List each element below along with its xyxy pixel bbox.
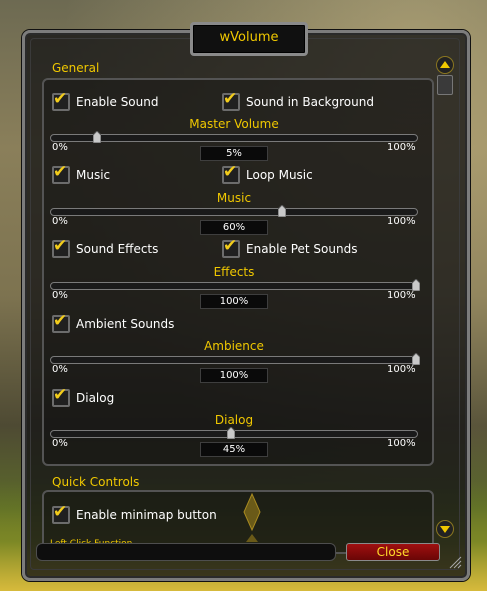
- music-checkbox[interactable]: ✔ Music: [52, 162, 111, 184]
- music-label: Music: [76, 168, 111, 182]
- checkbox-box: ✔: [52, 162, 70, 184]
- command-input[interactable]: [36, 543, 336, 561]
- effects-slider[interactable]: [50, 279, 420, 291]
- arrow-down-icon: [440, 526, 450, 533]
- enable-pet-sounds-checkbox[interactable]: ✔ Enable Pet Sounds: [222, 236, 358, 258]
- checkbox-box: ✔: [52, 236, 70, 258]
- dialog-slider-min: 0%: [52, 438, 68, 449]
- music-slider[interactable]: [50, 205, 418, 217]
- master-volume-slider[interactable]: [50, 131, 418, 143]
- ambience-slider-label: Ambience: [204, 339, 264, 353]
- music-slider-max: 100%: [387, 216, 416, 227]
- music-slider-value[interactable]: 60%: [200, 220, 268, 235]
- enable-minimap-button-checkbox[interactable]: ✔ Enable minimap button: [52, 502, 217, 524]
- effects-slider-max: 100%: [387, 290, 416, 301]
- master-volume-label: Master Volume: [189, 117, 279, 131]
- master-volume-max: 100%: [387, 142, 416, 153]
- ambience-slider-min: 0%: [52, 364, 68, 375]
- ambient-sounds-checkbox[interactable]: ✔ Ambient Sounds: [52, 311, 175, 333]
- checkbox-box: ✔: [52, 385, 70, 407]
- check-icon: ✔: [53, 89, 68, 109]
- dialog-slider[interactable]: [50, 427, 418, 439]
- ambient-sounds-label: Ambient Sounds: [76, 317, 175, 331]
- check-icon: ✔: [53, 385, 68, 405]
- slider-thumb[interactable]: [92, 131, 101, 143]
- check-icon: ✔: [223, 236, 238, 256]
- enable-sound-checkbox[interactable]: ✔ Enable Sound: [52, 89, 159, 111]
- checkbox-box: ✔: [52, 89, 70, 111]
- checkbox-box: ✔: [222, 236, 240, 258]
- enable-pet-sounds-label: Enable Pet Sounds: [246, 242, 358, 256]
- checkbox-box: ✔: [222, 89, 240, 111]
- slider-thumb[interactable]: [277, 205, 286, 217]
- check-icon: ✔: [53, 236, 68, 256]
- sound-effects-label: Sound Effects: [76, 242, 159, 256]
- sound-in-background-checkbox[interactable]: ✔ Sound in Background: [222, 89, 374, 111]
- scroll-up-button[interactable]: [436, 56, 454, 74]
- checkbox-box: ✔: [52, 502, 70, 524]
- diamond-divider-icon: [243, 492, 261, 542]
- check-icon: ✔: [53, 502, 68, 522]
- scrollbar-thumb[interactable]: [437, 75, 453, 95]
- check-icon: ✔: [223, 89, 238, 109]
- music-slider-min: 0%: [52, 216, 68, 227]
- loop-music-checkbox[interactable]: ✔ Loop Music: [222, 162, 313, 184]
- check-icon: ✔: [53, 162, 68, 182]
- check-icon: ✔: [53, 311, 68, 331]
- loop-music-label: Loop Music: [246, 168, 313, 182]
- dialog-slider-label: Dialog: [214, 413, 254, 427]
- ambience-slider-value[interactable]: 100%: [200, 368, 268, 383]
- effects-slider-label: Effects: [213, 265, 255, 279]
- ambience-slider[interactable]: [50, 353, 420, 365]
- music-slider-label: Music: [216, 191, 252, 205]
- close-button[interactable]: Close: [346, 543, 440, 561]
- dialog-slider-max: 100%: [387, 438, 416, 449]
- resize-grip-icon[interactable]: [448, 555, 462, 569]
- enable-minimap-button-label: Enable minimap button: [76, 508, 217, 522]
- sound-in-background-label: Sound in Background: [246, 95, 374, 109]
- master-volume-value[interactable]: 5%: [200, 146, 268, 161]
- arrow-up-icon: [440, 61, 450, 68]
- window-title[interactable]: wVolume: [190, 22, 308, 56]
- effects-slider-value[interactable]: 100%: [200, 294, 268, 309]
- sound-effects-checkbox[interactable]: ✔ Sound Effects: [52, 236, 159, 258]
- quick-controls-section-title: Quick Controls: [52, 475, 140, 489]
- effects-slider-min: 0%: [52, 290, 68, 301]
- check-icon: ✔: [223, 162, 238, 182]
- master-volume-min: 0%: [52, 142, 68, 153]
- checkbox-box: ✔: [52, 311, 70, 333]
- ambience-slider-max: 100%: [387, 364, 416, 375]
- slider-thumb[interactable]: [227, 427, 236, 439]
- checkbox-box: ✔: [222, 162, 240, 184]
- general-section-title: General: [52, 61, 100, 75]
- enable-sound-label: Enable Sound: [76, 95, 159, 109]
- dialog-checkbox[interactable]: ✔ Dialog: [52, 385, 115, 407]
- dialog-slider-value[interactable]: 45%: [200, 442, 268, 457]
- dialog-label: Dialog: [76, 391, 115, 405]
- scroll-down-button[interactable]: [436, 520, 454, 538]
